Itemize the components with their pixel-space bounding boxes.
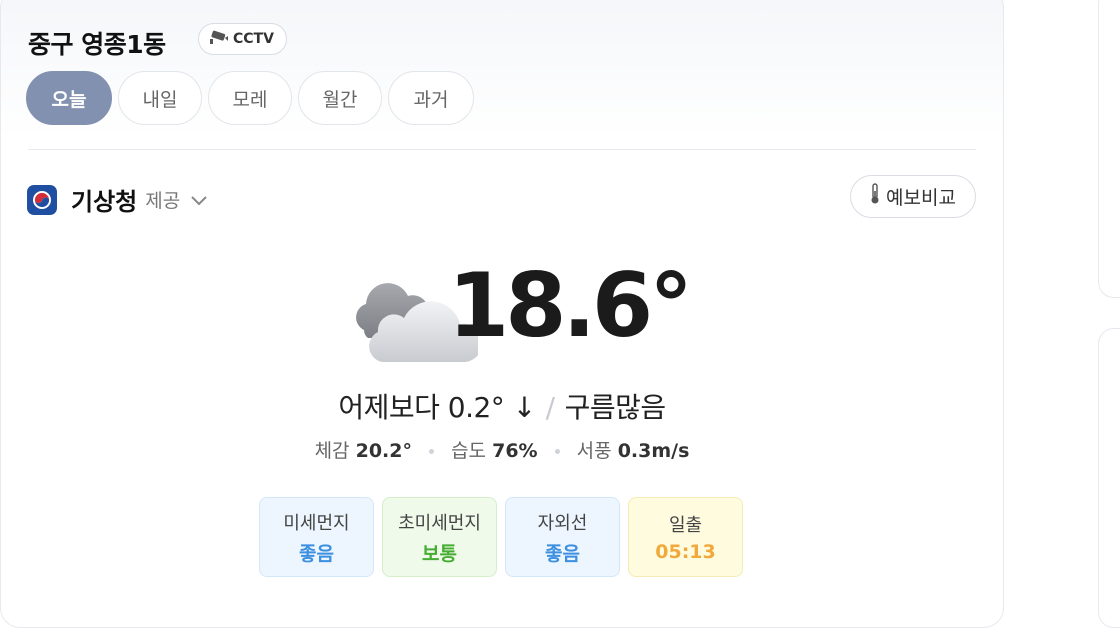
- tab-tomorrow[interactable]: 내일: [118, 71, 202, 125]
- summary-separator: /: [545, 391, 555, 424]
- compare-label: 예보비교: [886, 187, 956, 209]
- wind-value: 0.3m/s: [617, 440, 690, 462]
- weather-condition: 구름많음: [564, 391, 667, 424]
- chip-value: 보통: [422, 542, 457, 565]
- chip-label: 미세먼지: [283, 512, 350, 534]
- chip-label: 초미세먼지: [398, 512, 481, 534]
- provider-suffix: 제공: [145, 190, 181, 212]
- detail-separator: [429, 449, 435, 454]
- provider-name: 기상청: [71, 188, 138, 216]
- chip-value: 05:13: [655, 541, 716, 563]
- side-panel-top: [1098, 0, 1120, 298]
- tab-past[interactable]: 과거: [388, 71, 474, 125]
- detail-separator: [554, 449, 560, 454]
- humidity-value: 76%: [492, 440, 538, 462]
- thermometer-icon: [870, 183, 880, 210]
- fine-dust-chip[interactable]: 미세먼지 좋음: [259, 497, 374, 577]
- weather-summary: 어제보다 0.2° ↓ / 구름많음: [0, 386, 1004, 426]
- kma-logo-icon: [27, 184, 57, 215]
- humidity-label: 습도: [451, 440, 487, 462]
- cctv-camera-icon: [209, 30, 229, 48]
- ultrafine-dust-chip[interactable]: 초미세먼지 보통: [382, 497, 497, 577]
- uv-index-chip[interactable]: 자외선 좋음: [505, 497, 620, 577]
- feels-like-label: 체감: [314, 440, 350, 462]
- feels-like-value: 20.2°: [355, 440, 412, 462]
- header-divider: [28, 149, 976, 150]
- location-title: 중구 영종1동: [28, 30, 166, 59]
- side-panel-bottom: [1098, 328, 1120, 628]
- tab-monthly[interactable]: 월간: [298, 71, 382, 125]
- cctv-label: CCTV: [233, 31, 274, 47]
- yesterday-compare: 어제보다 0.2° ↓: [338, 391, 536, 424]
- weather-details: 체감 20.2° 습도 76% 서풍 0.3m/s: [0, 436, 1004, 463]
- day-tabs: 오늘 내일 모레 월간 과거: [26, 71, 474, 125]
- wind-label: 서풍: [576, 440, 612, 462]
- indicator-chips: 미세먼지 좋음 초미세먼지 보통 자외선 좋음 일출 05:13: [259, 497, 743, 577]
- tab-today[interactable]: 오늘: [26, 71, 112, 125]
- tab-day-after[interactable]: 모레: [208, 71, 292, 125]
- sunrise-chip[interactable]: 일출 05:13: [628, 497, 743, 577]
- chip-value: 좋음: [299, 542, 334, 565]
- chip-value: 좋음: [545, 542, 580, 565]
- provider-selector[interactable]: 기상청 제공: [27, 182, 208, 217]
- chevron-down-icon: [190, 191, 208, 210]
- current-temperature: 18.6°: [448, 254, 693, 357]
- cctv-button[interactable]: CCTV: [198, 23, 287, 55]
- chip-label: 일출: [668, 515, 703, 536]
- forecast-compare-button[interactable]: 예보비교: [850, 175, 976, 218]
- chip-label: 자외선: [537, 512, 588, 534]
